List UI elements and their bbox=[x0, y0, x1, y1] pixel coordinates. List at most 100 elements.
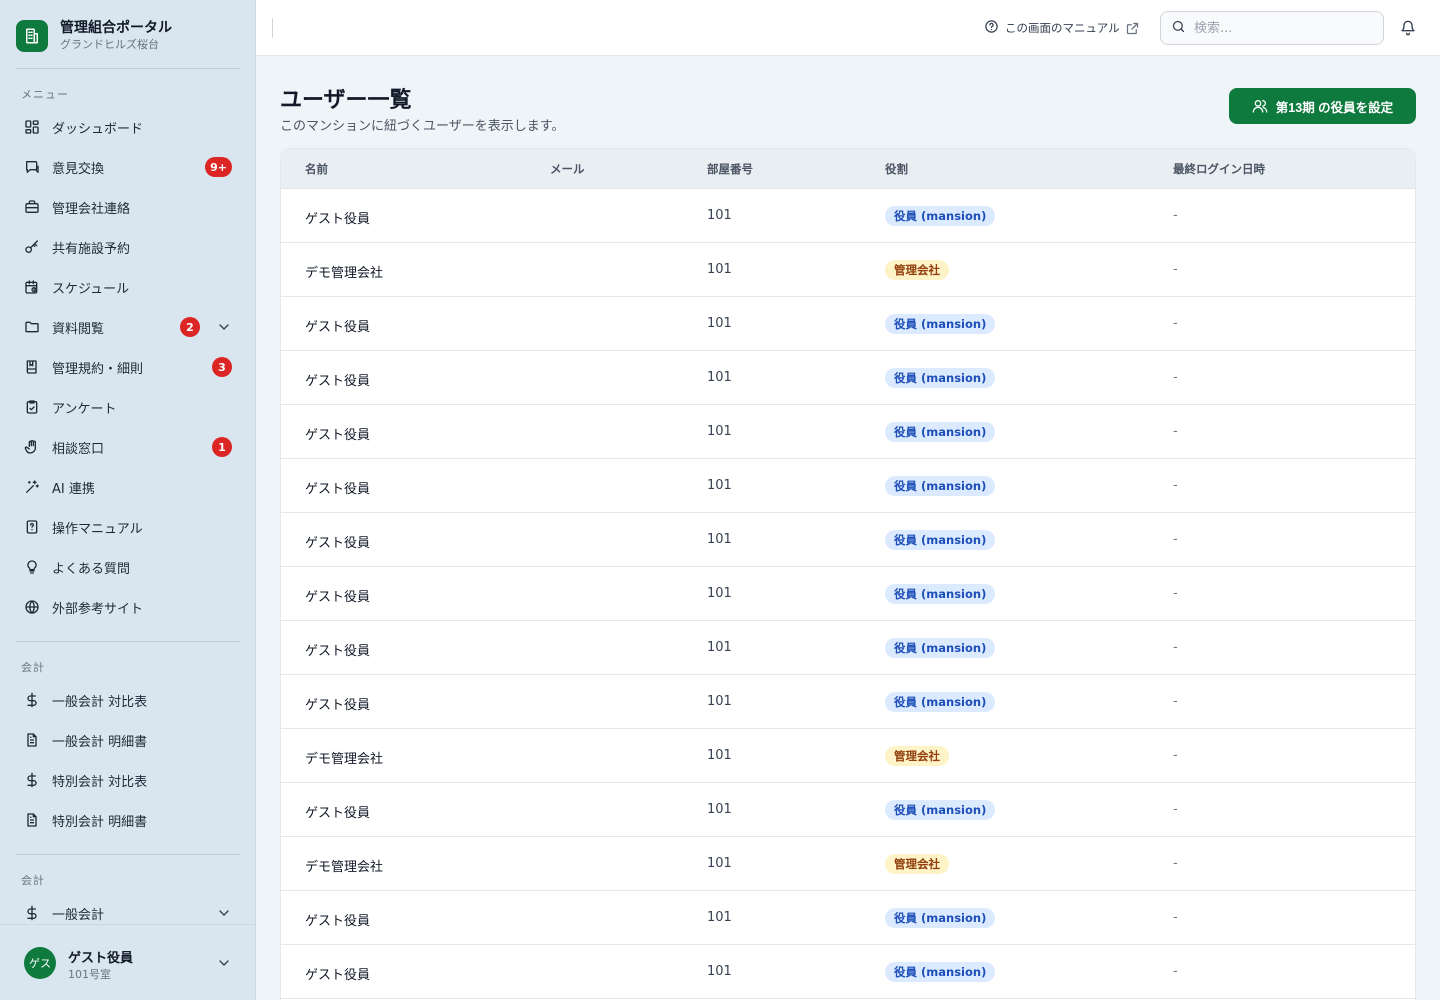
sidebar-item-schedule[interactable]: スケジュール bbox=[16, 269, 240, 305]
file-text-icon bbox=[24, 732, 40, 748]
table-row[interactable]: ゲスト役員 101 役員 (mansion) - bbox=[281, 351, 1415, 405]
book-icon bbox=[24, 359, 40, 375]
column-header-room[interactable]: 部屋番号 bbox=[707, 161, 753, 177]
cell-name: ゲスト役員 bbox=[305, 698, 371, 713]
cell-last-login: - bbox=[1173, 748, 1178, 763]
cell-last-login: - bbox=[1173, 532, 1178, 547]
cell-last-login: - bbox=[1173, 262, 1178, 277]
sidebar-item-facility-booking[interactable]: 共有施設予約 bbox=[16, 229, 240, 265]
sidebar-item-management-contact[interactable]: 管理会社連絡 bbox=[16, 189, 240, 225]
role-tag: 役員 (mansion) bbox=[885, 368, 996, 388]
table-header: 名前 メール 部屋番号 役割 最終ログイン日時 bbox=[281, 149, 1415, 189]
sidebar-item-special-comparison[interactable]: 特別会計 対比表 bbox=[16, 762, 240, 798]
topbar: この画面のマニュアル bbox=[256, 0, 1440, 56]
user-menu[interactable]: ゲス ゲスト役員 101号室 bbox=[0, 924, 255, 1000]
notification-badge: 9+ bbox=[205, 157, 232, 177]
notification-badge: 2 bbox=[180, 317, 200, 337]
brand-title: 管理組合ポータル bbox=[60, 20, 172, 36]
cell-room: 101 bbox=[707, 802, 732, 817]
sidebar-item-survey[interactable]: アンケート bbox=[16, 389, 240, 425]
sidebar-divider bbox=[16, 854, 240, 855]
cell-room: 101 bbox=[707, 964, 732, 979]
sidebar-item-consultation[interactable]: 相談窓口 1 bbox=[16, 429, 240, 465]
file-question-icon bbox=[24, 519, 40, 535]
role-tag: 役員 (mansion) bbox=[885, 530, 996, 550]
table-row[interactable]: デモ管理会社 101 管理会社 - bbox=[281, 729, 1415, 783]
sidebar-item-faq[interactable]: よくある質問 bbox=[16, 549, 240, 585]
help-circle-icon bbox=[984, 19, 999, 37]
cell-room: 101 bbox=[707, 316, 732, 331]
table-row[interactable]: ゲスト役員 101 役員 (mansion) - bbox=[281, 621, 1415, 675]
search-box[interactable] bbox=[1160, 11, 1384, 45]
table-row[interactable]: デモ管理会社 101 管理会社 - bbox=[281, 243, 1415, 297]
sidebar-item-ai[interactable]: AI 連携 bbox=[16, 469, 240, 505]
chevron-down-icon[interactable] bbox=[216, 905, 232, 921]
column-header-last-login[interactable]: 最終ログイン日時 bbox=[1173, 161, 1265, 177]
cell-last-login: - bbox=[1173, 316, 1178, 331]
brand[interactable]: 管理組合ポータル グランドヒルズ桜台 bbox=[16, 16, 240, 56]
cell-name: ゲスト役員 bbox=[305, 320, 371, 335]
users-table: 名前 メール 部屋番号 役割 最終ログイン日時 ゲスト役員 101 役員 (mans… bbox=[280, 148, 1416, 1000]
page-manual-link[interactable]: この画面のマニュアル bbox=[984, 18, 1140, 38]
bell-icon[interactable] bbox=[1400, 20, 1416, 36]
sidebar-item-bylaws[interactable]: 管理規約・細則 3 bbox=[16, 349, 240, 385]
sidebar-item-label: 管理会社連絡 bbox=[52, 201, 131, 217]
table-row[interactable]: ゲスト役員 101 役員 (mansion) - bbox=[281, 513, 1415, 567]
sidebar-item-dashboard[interactable]: ダッシュボード bbox=[16, 109, 240, 145]
cell-name: ゲスト役員 bbox=[305, 482, 371, 497]
sidebar-item-label: AI 連携 bbox=[52, 481, 95, 497]
cell-last-login: - bbox=[1173, 856, 1178, 871]
sidebar-item-discussion[interactable]: 意見交換 9+ bbox=[16, 149, 240, 185]
sidebar-item-general-comparison[interactable]: 一般会計 対比表 bbox=[16, 682, 240, 718]
sidebar-item-external-sites[interactable]: 外部参考サイト bbox=[16, 589, 240, 625]
table-row[interactable]: ゲスト役員 101 役員 (mansion) - bbox=[281, 405, 1415, 459]
column-header-name[interactable]: 名前 bbox=[305, 161, 328, 177]
notification-badge: 3 bbox=[212, 357, 232, 377]
notification-badge: 1 bbox=[212, 437, 232, 457]
role-tag: 役員 (mansion) bbox=[885, 476, 996, 496]
accounting-section-label: 会計 bbox=[21, 661, 45, 674]
page-title: ユーザー一覧 bbox=[280, 88, 412, 113]
sidebar-item-manual[interactable]: 操作マニュアル bbox=[16, 509, 240, 545]
cell-last-login: - bbox=[1173, 694, 1178, 709]
table-row[interactable]: ゲスト役員 101 役員 (mansion) - bbox=[281, 459, 1415, 513]
lightbulb-icon bbox=[24, 559, 40, 575]
table-row[interactable]: ゲスト役員 101 役員 (mansion) - bbox=[281, 783, 1415, 837]
column-header-email[interactable]: メール bbox=[550, 161, 585, 177]
chevron-down-icon[interactable] bbox=[216, 319, 232, 335]
key-icon bbox=[24, 239, 40, 255]
role-tag: 役員 (mansion) bbox=[885, 800, 996, 820]
sidebar-item-general-statement[interactable]: 一般会計 明細書 bbox=[16, 722, 240, 758]
role-tag: 役員 (mansion) bbox=[885, 692, 996, 712]
table-row[interactable]: ゲスト役員 101 役員 (mansion) - bbox=[281, 297, 1415, 351]
folder-icon bbox=[24, 319, 40, 335]
sidebar-item-documents[interactable]: 資料閲覧 2 bbox=[16, 309, 240, 345]
column-header-role[interactable]: 役割 bbox=[885, 161, 908, 177]
chevron-down-icon[interactable] bbox=[216, 955, 232, 971]
role-tag: 管理会社 bbox=[885, 260, 949, 280]
menu-section-label: メニュー bbox=[21, 88, 69, 101]
sidebar-item-special-statement[interactable]: 特別会計 明細書 bbox=[16, 802, 240, 838]
external-link-icon bbox=[1125, 21, 1140, 36]
table-row[interactable]: ゲスト役員 101 役員 (mansion) - bbox=[281, 945, 1415, 999]
table-row[interactable]: デモ管理会社 101 管理会社 - bbox=[281, 837, 1415, 891]
set-officers-button[interactable]: 第13期 の役員を設定 bbox=[1229, 88, 1416, 124]
table-row[interactable]: ゲスト役員 101 役員 (mansion) - bbox=[281, 189, 1415, 243]
table-row[interactable]: ゲスト役員 101 役員 (mansion) - bbox=[281, 891, 1415, 945]
briefcase-icon bbox=[24, 199, 40, 215]
cell-room: 101 bbox=[707, 424, 732, 439]
table-row[interactable]: ゲスト役員 101 役員 (mansion) - bbox=[281, 567, 1415, 621]
sidebar-divider bbox=[16, 641, 240, 642]
users-icon bbox=[1252, 98, 1276, 114]
cell-name: ゲスト役員 bbox=[305, 914, 371, 929]
sidebar-item-label: 操作マニュアル bbox=[52, 521, 143, 537]
cell-name: ゲスト役員 bbox=[305, 428, 371, 443]
search-input[interactable] bbox=[1194, 20, 1364, 36]
cell-last-login: - bbox=[1173, 802, 1178, 817]
message-square-icon bbox=[24, 159, 40, 175]
sidebar-item-label: 共有施設予約 bbox=[52, 241, 131, 257]
role-tag: 役員 (mansion) bbox=[885, 584, 996, 604]
table-row[interactable]: ゲスト役員 101 役員 (mansion) - bbox=[281, 675, 1415, 729]
cell-room: 101 bbox=[707, 856, 732, 871]
cell-room: 101 bbox=[707, 532, 732, 547]
